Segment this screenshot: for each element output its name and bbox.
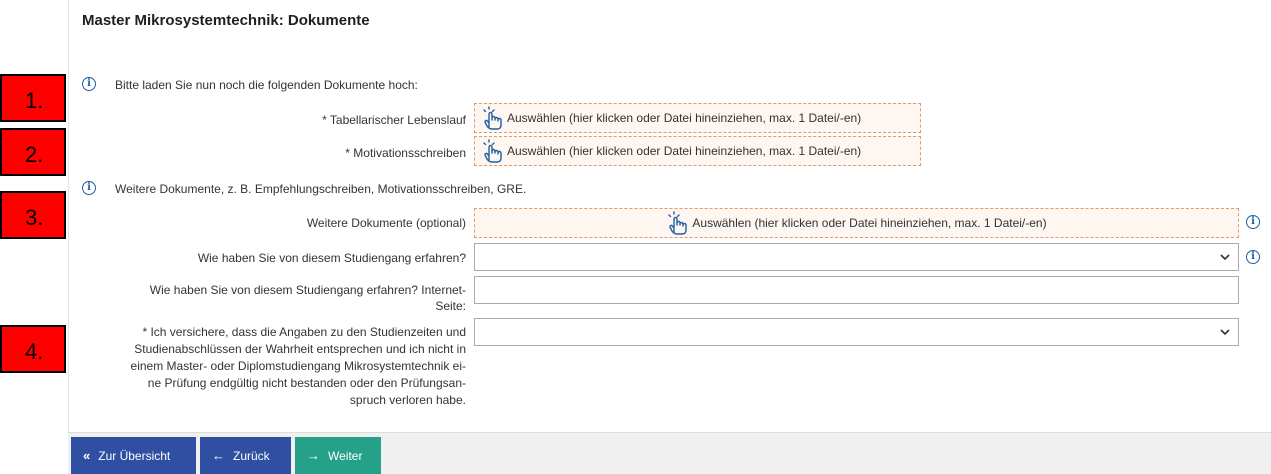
declaration-line-1: * Ich versichere, dass die Angaben zu de…	[142, 325, 466, 339]
more-docs-hint-text: Weitere Dokumente, z. B. Empfehlungschre…	[115, 182, 527, 196]
overview-button-label: Zur Übersicht	[98, 448, 171, 463]
page-title: Master Mikrosystemtechnik: Dokumente	[82, 12, 370, 29]
source-select[interactable]	[474, 243, 1239, 271]
declaration-line-3: einem Master- oder Diplomstudiengang Mik…	[130, 359, 466, 373]
more-docs-upload-dropzone[interactable]: Auswählen (hier klicken oder Datei hinei…	[474, 208, 1239, 238]
info-circle-icon: i	[82, 181, 96, 195]
pointing-hand-icon	[668, 211, 688, 235]
chevron-down-icon	[1220, 254, 1230, 261]
source-website-label-line-2: Seite:	[435, 299, 466, 313]
pointing-hand-icon	[483, 139, 502, 163]
chevron-down-icon	[1220, 329, 1230, 336]
source-info-icon[interactable]: i	[1246, 250, 1260, 264]
motivation-upload-text: Auswählen (hier klicken oder Datei hinei…	[507, 144, 862, 158]
declaration-line-2: Studienabschlüssen der Wahrheit entsprec…	[134, 342, 466, 356]
declaration-label: * Ich versichere, dass die Angaben zu de…	[70, 324, 466, 409]
cv-upload-dropzone[interactable]: Auswählen (hier klicken oder Datei hinei…	[474, 103, 921, 133]
upload-intro-text: Bitte laden Sie nun noch die folgenden D…	[115, 78, 418, 92]
arrow-left-icon: ←	[212, 448, 225, 463]
pointing-hand-icon	[483, 106, 502, 130]
more-docs-label: Weitere Dokumente (optional)	[306, 216, 466, 230]
info-circle-icon: i	[82, 77, 96, 91]
source-website-label: Wie haben Sie von diesem Studiengang erf…	[110, 282, 466, 314]
more-docs-info-icon[interactable]: i	[1246, 215, 1260, 229]
more-docs-upload-text: Auswählen (hier klicken oder Datei hinei…	[692, 216, 1047, 230]
back-button[interactable]: ← Zurück	[200, 437, 291, 474]
declaration-line-5: spruch verloren habe.	[349, 393, 466, 407]
annotation-marker-4: 4.	[0, 325, 66, 373]
next-button[interactable]: → Weiter	[295, 437, 381, 474]
arrow-right-icon: →	[307, 448, 320, 463]
double-chevron-left-icon: «	[83, 448, 91, 463]
source-website-label-line-1: Wie haben Sie von diesem Studiengang erf…	[149, 283, 466, 297]
next-button-label: Weiter	[328, 448, 363, 463]
motivation-label: * Motivationsschreiben	[345, 146, 466, 160]
declaration-line-4: ne Prüfung endgültig nicht bestanden ode…	[147, 376, 466, 390]
annotation-marker-3: 3.	[0, 191, 66, 239]
cv-label: * Tabellarischer Lebenslauf	[322, 113, 466, 127]
annotation-marker-2: 2.	[0, 128, 66, 176]
source-label: Wie haben Sie von diesem Studiengang erf…	[197, 251, 466, 265]
overview-button[interactable]: « Zur Übersicht	[71, 437, 196, 474]
annotation-marker-1: 1.	[0, 74, 66, 122]
back-button-label: Zurück	[233, 448, 270, 463]
cv-upload-text: Auswählen (hier klicken oder Datei hinei…	[507, 111, 862, 125]
declaration-select[interactable]	[474, 318, 1239, 346]
source-website-input[interactable]	[474, 276, 1239, 304]
motivation-upload-dropzone[interactable]: Auswählen (hier klicken oder Datei hinei…	[474, 136, 921, 166]
